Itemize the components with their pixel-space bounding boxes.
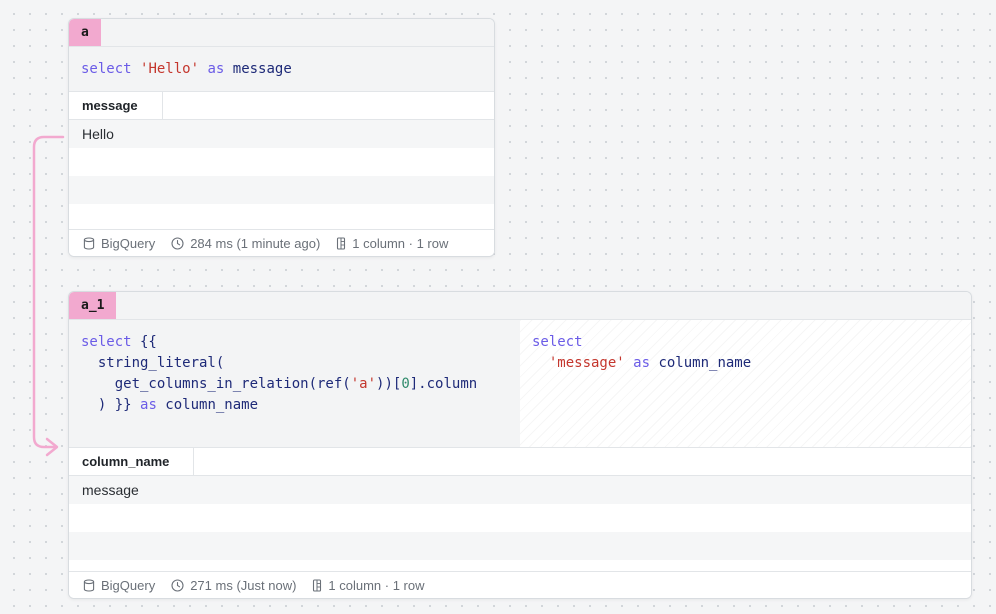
cell-footer: BigQuery 271 ms (Just now) 1 column · 1 … bbox=[69, 571, 971, 598]
empty-row bbox=[69, 504, 971, 532]
engine-info: BigQuery bbox=[83, 578, 155, 593]
shape-label: 1 column · 1 row bbox=[328, 577, 425, 593]
engine-label: BigQuery bbox=[101, 235, 156, 251]
empty-row bbox=[69, 532, 971, 560]
query-cell-a[interactable]: a select 'Hello' as message message Hell… bbox=[68, 18, 495, 257]
timing-label: 271 ms (Just now) bbox=[190, 577, 297, 593]
column-header[interactable]: column_name bbox=[69, 448, 195, 475]
engine-label: BigQuery bbox=[101, 577, 156, 593]
sql-keyword: as bbox=[207, 61, 225, 77]
sql-keyword: as bbox=[633, 355, 651, 371]
cell-header: a bbox=[69, 19, 494, 47]
compiled-sql-preview: select 'message' as column_name bbox=[520, 320, 971, 447]
sql-string-literal: 'a' bbox=[350, 376, 377, 392]
shape-info: 1 column · 1 row bbox=[336, 236, 448, 251]
empty-row bbox=[69, 176, 494, 204]
sql-text: {{ bbox=[131, 334, 157, 350]
shape-label: 1 column · 1 row bbox=[352, 235, 449, 251]
sql-string-literal: 'Hello' bbox=[140, 61, 200, 77]
timing-info: 284 ms (1 minute ago) bbox=[171, 236, 320, 251]
sql-text: ))[ bbox=[376, 376, 402, 392]
timing-label: 284 ms (1 minute ago) bbox=[190, 235, 321, 251]
sql-alias: column_name bbox=[156, 397, 259, 413]
result-table-header: message bbox=[69, 92, 494, 120]
sql-text: get_columns_in_relation(ref( bbox=[81, 376, 351, 392]
empty-row bbox=[69, 204, 494, 232]
empty-row bbox=[69, 148, 494, 176]
clock-icon bbox=[171, 236, 184, 250]
sql-text: ) }} bbox=[81, 397, 141, 413]
cell-name-tag[interactable]: a_1 bbox=[69, 292, 117, 319]
cell-name-tag[interactable]: a bbox=[69, 19, 101, 46]
table-row[interactable]: message bbox=[69, 476, 971, 504]
table-columns-icon bbox=[337, 236, 346, 250]
table-row[interactable]: Hello bbox=[69, 120, 494, 148]
sql-keyword: as bbox=[140, 397, 157, 413]
sql-keyword: select bbox=[81, 334, 132, 350]
cell-header: a_1 bbox=[69, 292, 971, 320]
clock-icon bbox=[171, 578, 184, 592]
database-icon bbox=[83, 578, 95, 592]
sql-text: ].column bbox=[409, 376, 478, 392]
sql-keyword: select bbox=[81, 61, 132, 77]
result-table-body: Hello bbox=[69, 120, 494, 232]
sql-alias: column_name bbox=[658, 355, 752, 371]
editor-split: select {{ string_literal( get_columns_in… bbox=[69, 320, 971, 448]
shape-info: 1 column · 1 row bbox=[312, 577, 425, 593]
sql-string-literal: 'message' bbox=[548, 355, 625, 371]
engine-info: BigQuery bbox=[83, 236, 155, 251]
table-columns-icon bbox=[313, 578, 322, 592]
sql-alias: message bbox=[232, 61, 292, 77]
database-icon bbox=[83, 236, 95, 250]
sql-editor[interactable]: select {{ string_literal( get_columns_in… bbox=[69, 320, 520, 447]
sql-keyword: select bbox=[532, 334, 583, 350]
result-table-header: column_name bbox=[69, 448, 971, 476]
column-header[interactable]: message bbox=[69, 92, 163, 119]
cell-footer: BigQuery 284 ms (1 minute ago) 1 column … bbox=[69, 229, 494, 256]
result-table-body: message bbox=[69, 476, 971, 560]
sql-text: string_literal( bbox=[81, 355, 225, 371]
sql-number-literal: 0 bbox=[401, 376, 410, 392]
sql-editor[interactable]: select 'Hello' as message bbox=[69, 47, 494, 92]
timing-info: 271 ms (Just now) bbox=[171, 578, 296, 593]
query-cell-a-1[interactable]: a_1 select {{ string_literal( get_column… bbox=[68, 291, 972, 599]
